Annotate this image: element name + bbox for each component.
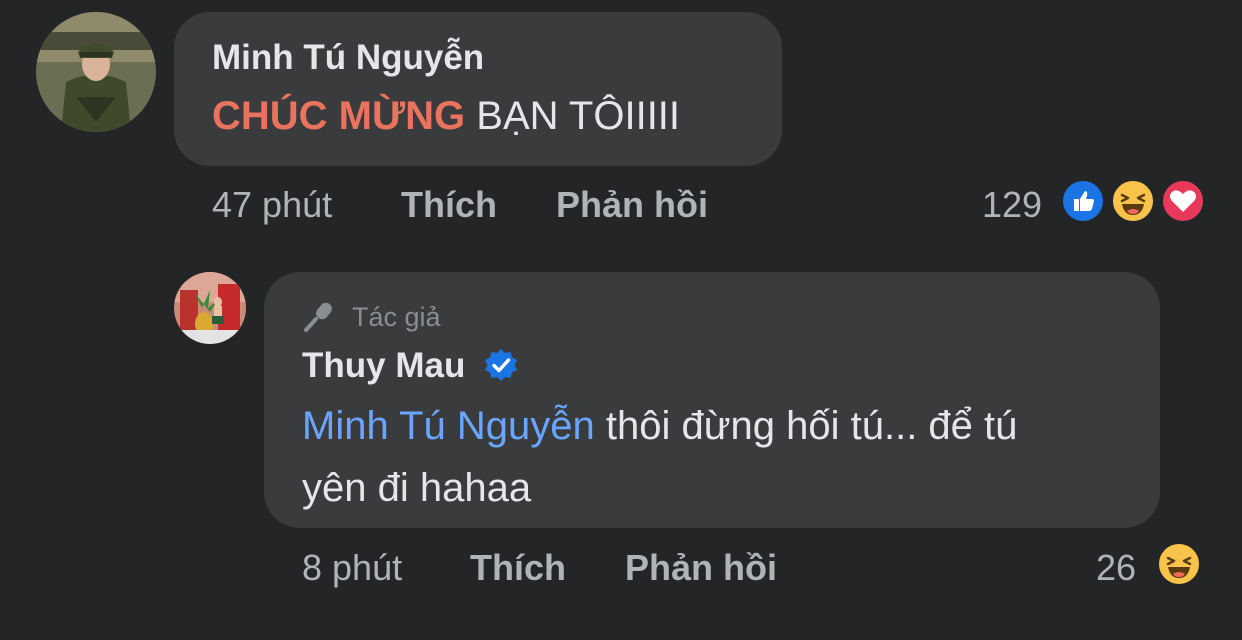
reply-actions: 8 phút Thích Phản hồi	[302, 547, 862, 591]
haha-icon[interactable]	[1110, 178, 1156, 224]
reply-reply-button[interactable]: Phản hồi	[625, 547, 777, 589]
mention-link[interactable]: Minh Tú Nguyễn	[302, 404, 595, 448]
love-icon[interactable]	[1160, 178, 1206, 224]
comment-bubble: Minh Tú Nguyễn CHÚC MỪNG BẠN TÔIIIII	[174, 12, 782, 166]
comment-like-button[interactable]: Thích	[401, 184, 497, 226]
microphone-icon	[304, 302, 332, 332]
comment-actions: 47 phút Thích Phản hồi	[212, 184, 772, 228]
reply-bubble: Tác giả Thuy Mau Minh Tú Nguyễn thôi đừn…	[264, 272, 1160, 528]
reply-text-line1: Minh Tú Nguyễn thôi đừng hối tú... để tú	[302, 404, 1017, 449]
comment-timestamp[interactable]: 47 phút	[212, 184, 332, 226]
reply-reaction-count[interactable]: 26	[1096, 547, 1136, 589]
reply-author-name-text: Thuy Mau	[302, 346, 466, 385]
comment-author-name[interactable]: Minh Tú Nguyễn	[212, 38, 484, 78]
reply-timestamp[interactable]: 8 phút	[302, 547, 402, 589]
comment-text: CHÚC MỪNG BẠN TÔIIIII	[212, 94, 680, 139]
reply-like-button[interactable]: Thích	[470, 547, 566, 589]
comment-reply-button[interactable]: Phản hồi	[556, 184, 708, 226]
reply-text-part: thôi đừng hối tú... để tú	[594, 404, 1018, 448]
reply-author-avatar[interactable]	[174, 272, 246, 344]
like-icon[interactable]	[1060, 178, 1106, 224]
comment-text-rest: BẠN TÔIIIII	[465, 94, 681, 138]
author-badge-label: Tác giả	[352, 302, 441, 332]
commenter-avatar[interactable]	[36, 12, 156, 132]
haha-icon[interactable]	[1156, 541, 1202, 587]
comment-text-highlight: CHÚC MỪNG	[212, 94, 466, 138]
comment-reaction-count[interactable]: 129	[982, 184, 1042, 226]
reply-author-name[interactable]: Thuy Mau	[302, 346, 519, 386]
reply-text-line2: yên đi hahaa	[302, 466, 532, 510]
verified-badge-icon	[485, 349, 518, 381]
